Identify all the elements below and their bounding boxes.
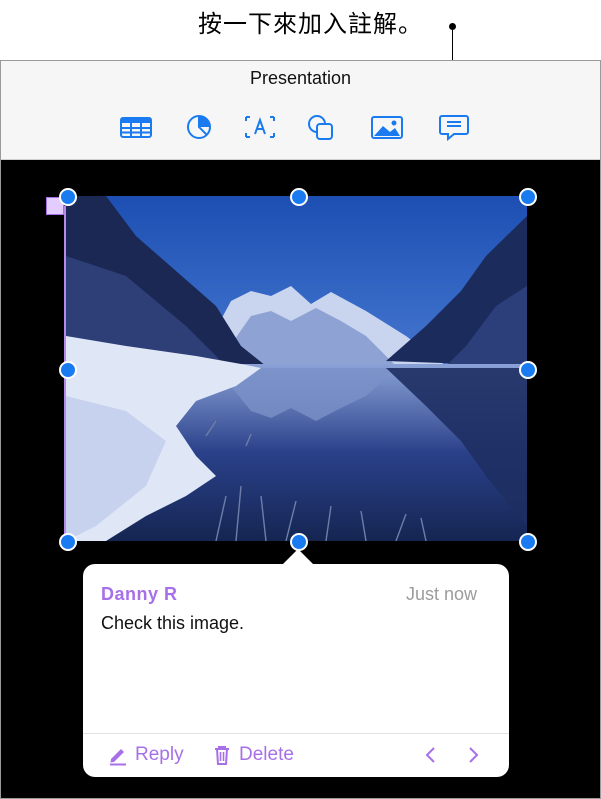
resize-handle-bottom-right[interactable] bbox=[519, 533, 537, 551]
resize-handle-middle-left[interactable] bbox=[59, 361, 77, 379]
callout-text: 按一下來加入註解。 bbox=[198, 10, 423, 38]
chart-icon bbox=[187, 115, 211, 139]
callout-annotation: 按一下來加入註解。 bbox=[0, 0, 601, 112]
shapes-icon bbox=[308, 115, 333, 140]
slide-canvas[interactable]: Danny R Just now Check this image. Reply bbox=[1, 160, 600, 798]
trash-icon bbox=[215, 746, 229, 765]
app-window: Presentation Danny R Just now Check this… bbox=[0, 60, 601, 799]
media-icon bbox=[371, 116, 403, 139]
resize-handle-bottom-center[interactable] bbox=[290, 533, 308, 551]
mountain-lake-image bbox=[66, 196, 527, 541]
previous-comment-button[interactable] bbox=[419, 742, 443, 768]
table-button[interactable] bbox=[118, 112, 154, 142]
resize-handle-top-right[interactable] bbox=[519, 188, 537, 206]
media-button[interactable] bbox=[369, 112, 405, 142]
document-title: Presentation bbox=[249, 68, 352, 88]
comment-popover: Danny R Just now Check this image. Reply bbox=[83, 549, 509, 777]
toolbar: Presentation bbox=[1, 61, 600, 160]
resize-handle-bottom-left[interactable] bbox=[59, 533, 77, 551]
comment-actions: Reply Delete bbox=[83, 736, 509, 774]
delete-label: Delete bbox=[239, 744, 294, 765]
comment-author: Danny R bbox=[101, 584, 178, 604]
delete-button[interactable]: Delete bbox=[211, 744, 294, 766]
table-icon bbox=[120, 117, 152, 138]
comment-button[interactable] bbox=[436, 112, 472, 142]
chart-button[interactable] bbox=[181, 112, 217, 142]
reply-button[interactable]: Reply bbox=[107, 744, 184, 766]
popover-arrow bbox=[281, 549, 315, 566]
text-box-icon bbox=[245, 116, 275, 138]
pencil-icon bbox=[110, 749, 126, 766]
shapes-button[interactable] bbox=[303, 112, 339, 142]
next-comment-button[interactable] bbox=[461, 742, 485, 768]
resize-handle-top-left[interactable] bbox=[59, 188, 77, 206]
selected-image[interactable] bbox=[66, 196, 527, 541]
resize-handle-middle-right[interactable] bbox=[519, 361, 537, 379]
popover-divider bbox=[83, 733, 509, 734]
reply-label: Reply bbox=[135, 744, 184, 765]
comment-timestamp: Just now bbox=[405, 584, 477, 604]
text-box-button[interactable] bbox=[242, 112, 278, 142]
comment-text[interactable]: Check this image. bbox=[101, 613, 244, 634]
chevron-right-icon bbox=[469, 747, 479, 763]
resize-handle-top-center[interactable] bbox=[290, 188, 308, 206]
chevron-left-icon bbox=[425, 747, 435, 763]
comment-icon bbox=[439, 115, 469, 141]
